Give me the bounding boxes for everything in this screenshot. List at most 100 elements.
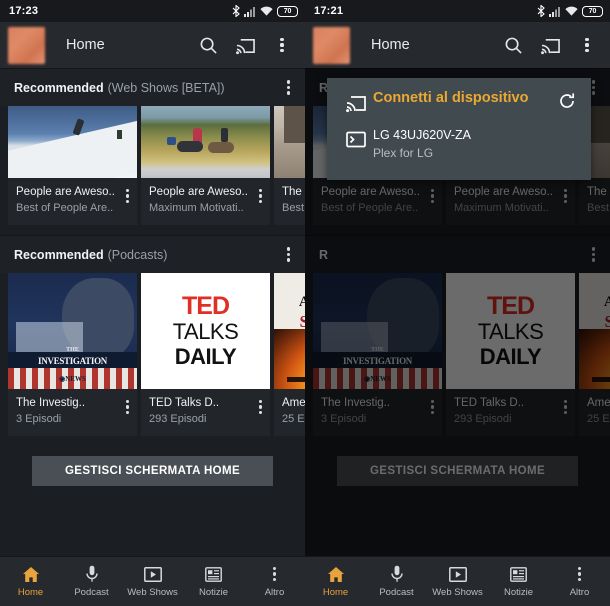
wifi-icon <box>260 6 273 16</box>
section-subtitle: (Podcasts) <box>107 247 168 262</box>
card-subtitle: Best <box>282 202 305 214</box>
card-overflow-icon[interactable] <box>125 400 129 415</box>
app-screen-left: 17:23 70 Home Recommended (Web Shows [BE… <box>0 0 305 606</box>
manage-home-screen-button[interactable]: GESTISCI SCHERMATA HOME <box>337 456 578 486</box>
cast-connected-icon <box>339 127 373 149</box>
card-subtitle: 3 Episodi <box>16 413 62 425</box>
app-screen-right: 17:21 70 Home People are Aweso.. Best of… <box>305 0 610 606</box>
manage-home-screen-button[interactable]: GESTISCI SCHERMATA HOME <box>32 456 273 486</box>
section-header-podcasts: R <box>305 235 610 273</box>
battery-icon: 70 <box>582 5 603 17</box>
home-content[interactable]: Recommended (Web Shows [BETA]) People ar… <box>0 68 305 556</box>
card-title: American Sc.. <box>587 397 610 409</box>
section-overflow-icon[interactable] <box>583 247 604 262</box>
play-box-icon <box>143 565 162 583</box>
app-bar: Home <box>305 22 610 68</box>
search-icon[interactable] <box>191 25 225 65</box>
app-bar-actions <box>191 25 299 65</box>
nav-label: Home <box>322 587 349 598</box>
nav-item-altro[interactable]: Altro <box>244 565 305 598</box>
card-overflow-icon[interactable] <box>258 189 262 204</box>
overflow-menu-icon[interactable] <box>265 25 299 65</box>
nav-item-podcast[interactable]: Podcast <box>366 565 427 598</box>
overflow-menu-icon[interactable] <box>570 25 604 65</box>
phone-screenshot-right: 17:21 70 Home People are Aweso.. Best of… <box>305 0 610 606</box>
status-time: 17:21 <box>314 5 344 17</box>
nav-label: Altro <box>569 587 590 598</box>
card-overflow-icon[interactable] <box>258 400 262 415</box>
nav-item-podcast[interactable]: Podcast <box>61 565 122 598</box>
card-overflow-icon[interactable] <box>125 189 129 204</box>
podcasts-row[interactable]: THE INVESTIGATION ◉NEWS The Investig.. 3 E… <box>305 273 610 436</box>
podcast-artwork: THE INVESTIGATION ◉NEWS <box>8 273 137 389</box>
podcast-card[interactable]: WONDERYAMERICANSCANDAL American Sc.. 25 … <box>274 273 305 436</box>
card-subtitle: Best of People Are.. <box>321 202 419 214</box>
podcast-artwork: TED TALKS DAILY <box>141 273 270 389</box>
nav-item-home[interactable]: Home <box>305 565 366 598</box>
nav-item-web-shows[interactable]: Web Shows <box>122 565 183 598</box>
nav-item-altro[interactable]: Altro <box>549 565 610 598</box>
podcast-card[interactable]: THE INVESTIGATION ◉NEWS The Investig.. 3 E… <box>8 273 137 436</box>
podcast-card[interactable]: TED TALKS DAILY TED Talks D.. 293 Episodi <box>141 273 270 436</box>
web-show-thumbnail <box>141 106 270 178</box>
card-overflow-icon[interactable] <box>430 400 434 415</box>
web-show-card[interactable]: The P Best <box>274 106 305 225</box>
section-header-web-shows: Recommended (Web Shows [BETA]) <box>0 68 305 106</box>
bottom-navigation[interactable]: Home Podcast Web Shows Notizie Altro <box>305 556 610 606</box>
web-show-thumbnail <box>8 106 137 178</box>
podcast-card[interactable]: TED TALKS DAILY TED Talks D.. 293 Episodi <box>446 273 575 436</box>
web-shows-row[interactable]: People are Aweso.. Best of People Are.. <box>0 106 305 225</box>
avatar[interactable] <box>313 26 350 64</box>
card-title: The P <box>587 186 610 198</box>
home-content[interactable]: Recommended (Web Shows [BETA]) People ar… <box>305 68 610 556</box>
card-subtitle: Best <box>587 202 610 214</box>
bluetooth-icon <box>537 5 545 17</box>
card-title: TED Talks D.. <box>454 397 525 409</box>
cast-device-dialog[interactable]: Connetti al dispositivo LG 43UJ620V-ZA P… <box>327 78 591 180</box>
card-overflow-icon[interactable] <box>563 400 567 415</box>
card-subtitle: 3 Episodi <box>321 413 367 425</box>
comparison-stage: 17:23 70 Home Recommended (Web Shows [BE… <box>0 0 610 606</box>
battery-level: 70 <box>588 7 597 15</box>
overflow-menu-icon <box>577 565 582 583</box>
nav-item-notizie[interactable]: Notizie <box>488 565 549 598</box>
nav-label: Podcast <box>379 587 414 598</box>
cast-dialog-header: Connetti al dispositivo <box>327 78 591 119</box>
status-bar: 17:23 70 <box>0 0 305 22</box>
news-icon <box>510 565 527 583</box>
web-show-card[interactable]: People are Aweso.. Best of People Are.. <box>8 106 137 225</box>
card-title: American Sc.. <box>282 397 305 409</box>
nav-item-web-shows[interactable]: Web Shows <box>427 565 488 598</box>
search-icon[interactable] <box>496 25 530 65</box>
nav-item-home[interactable]: Home <box>0 565 61 598</box>
manage-home-wrap: GESTISCI SCHERMATA HOME <box>0 436 305 486</box>
home-icon <box>327 565 345 583</box>
section-overflow-icon[interactable] <box>278 247 299 262</box>
refresh-icon[interactable] <box>553 89 581 110</box>
nav-label: Web Shows <box>127 587 178 598</box>
podcast-card[interactable]: THE INVESTIGATION ◉NEWS The Investig.. 3 E… <box>313 273 442 436</box>
page-title: Home <box>66 37 105 53</box>
card-overflow-icon[interactable] <box>430 189 434 204</box>
bottom-navigation[interactable]: Home Podcast Web Shows Notizie Altro <box>0 556 305 606</box>
cast-icon[interactable] <box>228 25 262 65</box>
avatar[interactable] <box>8 26 45 64</box>
nav-label: Notizie <box>198 587 229 598</box>
cast-device-item[interactable]: LG 43UJ620V-ZA Plex for LG <box>327 119 591 180</box>
card-title: The Investig.. <box>16 397 86 409</box>
card-subtitle: Best of People Are.. <box>16 202 114 214</box>
cast-device-name: LG 43UJ620V-ZA <box>373 128 471 142</box>
microphone-icon <box>85 565 99 583</box>
podcast-card[interactable]: WONDERYAMERICANSCANDAL American Sc.. 25 … <box>579 273 610 436</box>
section-overflow-icon[interactable] <box>278 80 299 95</box>
card-overflow-icon[interactable] <box>563 189 567 204</box>
app-bar-actions <box>496 25 604 65</box>
podcasts-row[interactable]: THE INVESTIGATION ◉NEWS The Investig.. 3 E… <box>0 273 305 436</box>
web-show-card[interactable]: People are Aweso.. Maximum Motivati.. <box>141 106 270 225</box>
wifi-icon <box>565 6 578 16</box>
cast-icon[interactable] <box>533 25 567 65</box>
bluetooth-icon <box>232 5 240 17</box>
nav-item-notizie[interactable]: Notizie <box>183 565 244 598</box>
nav-label: Web Shows <box>432 587 483 598</box>
card-title: People are Aweso.. <box>454 186 553 198</box>
